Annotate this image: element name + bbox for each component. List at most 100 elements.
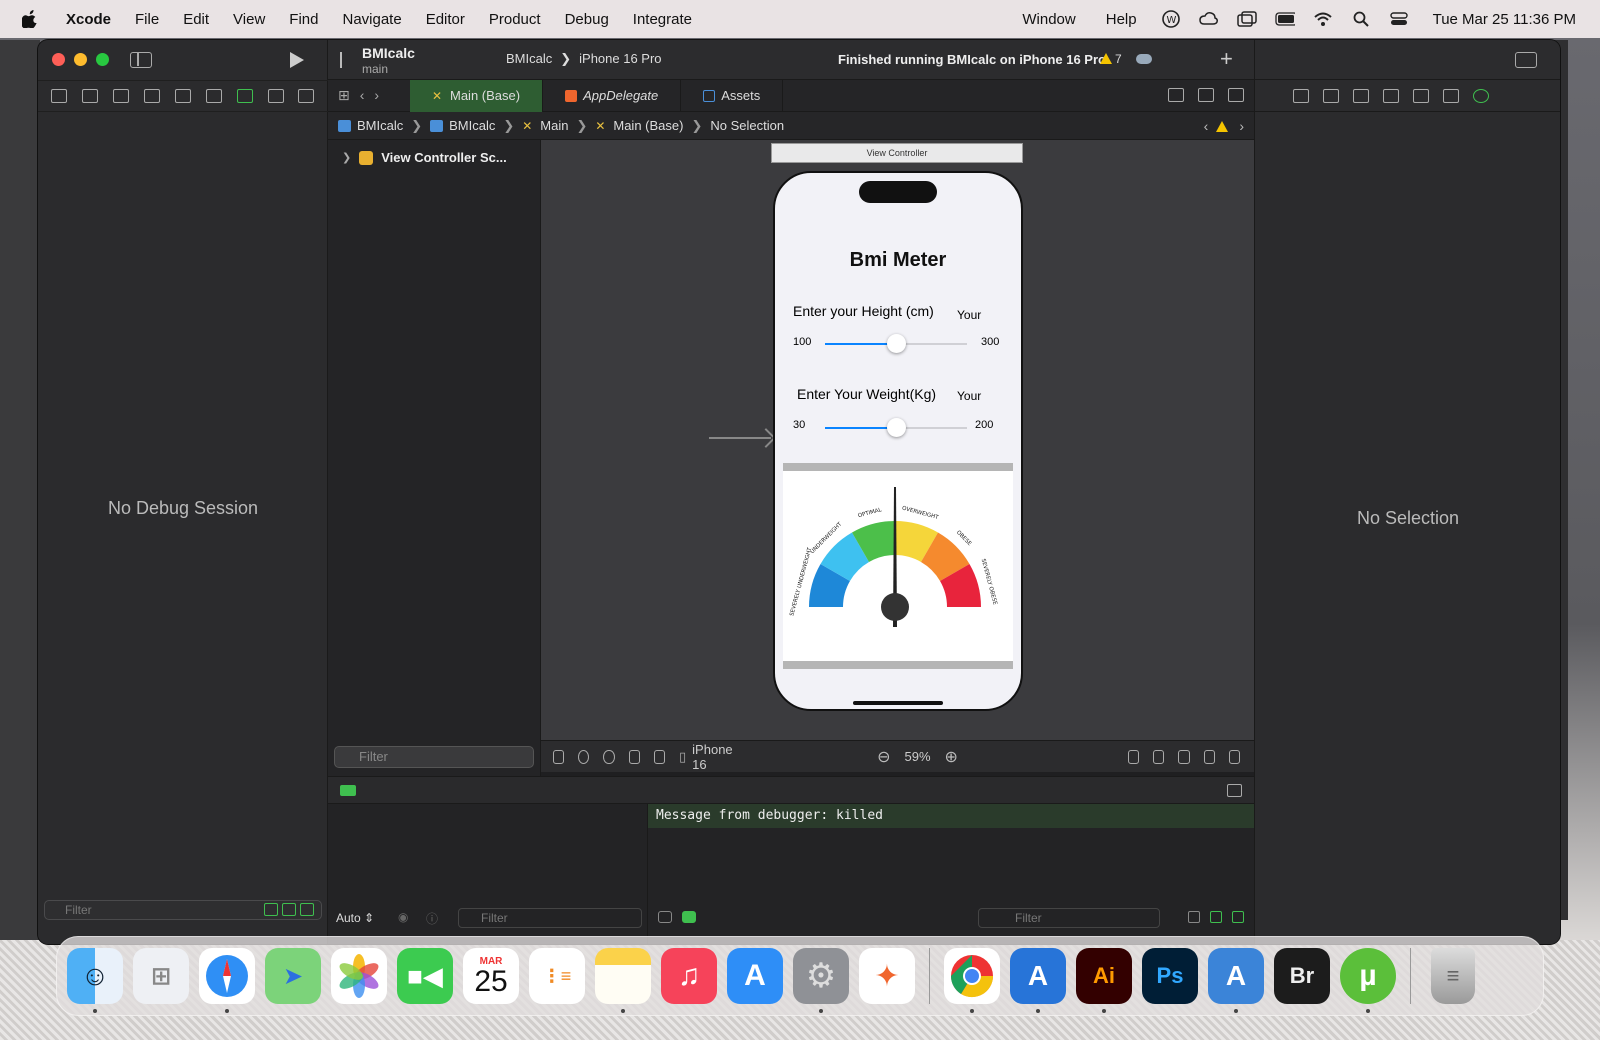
destination-name[interactable]: iPhone 16 Pro — [579, 51, 661, 67]
menu-find[interactable]: Find — [289, 11, 318, 28]
dock-maps[interactable]: ➤ — [265, 948, 321, 1004]
forward-arrow-icon[interactable]: › — [374, 87, 379, 104]
run-icon[interactable] — [290, 52, 304, 68]
menu-file[interactable]: File — [135, 11, 159, 28]
device-name[interactable]: iPhone 16 — [692, 742, 737, 772]
output-toggle-icon[interactable] — [682, 911, 696, 923]
dock-illustrator[interactable]: Ai — [1076, 948, 1132, 1013]
warning-badge[interactable]: 7 — [1100, 52, 1122, 66]
weight-min-label[interactable]: 30 — [793, 419, 805, 431]
zoom-level[interactable]: 59% — [905, 749, 931, 764]
height-label[interactable]: Enter your Height (cm) — [793, 303, 934, 319]
menu-edit[interactable]: Edit — [183, 11, 209, 28]
jump-storyboard-base[interactable]: ✕ Main (Base) — [595, 118, 683, 133]
test-diamond-icon[interactable] — [205, 89, 222, 103]
branch-name[interactable]: main — [362, 62, 388, 76]
height-max-label[interactable]: 300 — [981, 336, 999, 348]
issue-warning-icon[interactable] — [174, 89, 191, 103]
disclosure-chevron-icon[interactable]: ❯ — [342, 151, 351, 164]
hide-debug-area-icon[interactable] — [1227, 784, 1242, 797]
height-value-label[interactable]: Your — [957, 308, 981, 322]
weight-value-label[interactable]: Your — [957, 389, 981, 403]
dock-reminders[interactable]: ⋮≡ — [529, 948, 585, 1004]
outline-item-view-controller-scene[interactable]: ❯ View Controller Sc... — [342, 150, 507, 165]
app-title-label[interactable]: Bmi Meter — [775, 249, 1021, 272]
grid-icon[interactable]: ⊞ — [338, 87, 350, 104]
jump-storyboard[interactable]: ✕ Main — [522, 118, 568, 133]
scheme-selector[interactable]: BMIcalc ❯ iPhone 16 Pro — [506, 51, 662, 67]
embed-in-icon[interactable] — [1228, 749, 1240, 764]
console-view[interactable]: Message from debugger: killed Filter — [648, 804, 1254, 944]
dock-safari[interactable] — [199, 948, 255, 1013]
attributes-inspector-icon[interactable] — [1413, 88, 1429, 103]
jump-selection[interactable]: No Selection — [710, 118, 784, 133]
layout-icon[interactable] — [653, 749, 666, 764]
back-arrow-icon[interactable]: ‹ — [360, 87, 365, 104]
dock-trash[interactable]: ≡ — [1431, 948, 1475, 1004]
breakpoint-icon[interactable] — [267, 89, 284, 103]
console-filter-input[interactable]: Filter — [978, 908, 1160, 928]
accessibility-icon[interactable] — [578, 749, 590, 764]
help-icon[interactable] — [1353, 88, 1369, 103]
split-left-icon[interactable] — [1210, 911, 1222, 923]
wordpress-icon[interactable]: W — [1161, 10, 1181, 28]
scene-title-bar[interactable]: View Controller — [771, 143, 1023, 163]
jump-folder[interactable]: BMIcalc — [430, 118, 495, 133]
menu-integrate[interactable]: Integrate — [633, 11, 692, 28]
scheme-name[interactable]: BMIcalc — [506, 51, 552, 67]
battery-icon[interactable] — [1274, 10, 1295, 28]
cloud-sync-icon[interactable] — [1198, 10, 1219, 28]
dock-photoshop[interactable]: Ps — [1142, 948, 1198, 1004]
wifi-icon[interactable] — [1313, 10, 1333, 28]
dock-finder[interactable]: ☺ — [67, 948, 123, 1013]
dock-music[interactable]: ♫ — [661, 948, 717, 1004]
filter-toggle-icon[interactable] — [300, 903, 314, 916]
swap-arrows-icon[interactable] — [1168, 88, 1184, 102]
menu-clock[interactable]: Tue Mar 25 11:36 PM — [1433, 11, 1576, 28]
dock-chrome[interactable] — [944, 948, 1000, 1013]
close-window-button[interactable] — [52, 53, 65, 66]
dock-notes[interactable] — [595, 948, 651, 1013]
weight-slider-knob[interactable] — [887, 418, 906, 437]
navigator-toggle-icon[interactable] — [130, 52, 152, 68]
minimize-window-button[interactable] — [74, 53, 87, 66]
bmi-gauge-image[interactable]: SEVERELY UNDERWEIGHT UNDERWEIGHT OPTIMAL OV… — [783, 463, 1013, 669]
dock-facetime[interactable]: ■◀ — [397, 948, 453, 1004]
menu-debug[interactable]: Debug — [565, 11, 609, 28]
bookmark-icon[interactable] — [113, 89, 130, 103]
tab-appdelegate[interactable]: AppDelegate — [543, 79, 682, 112]
jump-project[interactable]: BMIcalc — [338, 118, 403, 133]
apple-menu-icon[interactable] — [22, 10, 38, 28]
inspector-toggle-icon[interactable] — [1515, 52, 1537, 68]
storyboard-canvas[interactable]: View Controller Bmi Meter Enter your Hei… — [541, 140, 1254, 740]
menu-product[interactable]: Product — [489, 11, 541, 28]
resolve-issues-icon[interactable] — [1203, 749, 1215, 764]
size-inspector-icon[interactable] — [1443, 88, 1459, 103]
split-right-icon[interactable] — [1232, 911, 1244, 923]
height-slider[interactable] — [825, 334, 967, 353]
identity-inspector-icon[interactable] — [1383, 88, 1399, 103]
update-frames-icon[interactable] — [1127, 749, 1140, 764]
menu-navigate[interactable]: Navigate — [342, 11, 401, 28]
dock-bridge[interactable]: Br — [1274, 948, 1330, 1004]
variables-filter-input[interactable]: Filter — [458, 908, 642, 928]
warning-icon[interactable] — [1216, 120, 1229, 132]
tab-assets[interactable]: Assets — [681, 79, 784, 112]
phone-device-icon[interactable]: ▯ — [679, 749, 686, 765]
dock-utorrent[interactable]: µ — [1340, 948, 1396, 1013]
device-config-icon[interactable] — [553, 749, 565, 764]
report-icon[interactable] — [298, 89, 315, 103]
align-icon[interactable] — [1153, 749, 1165, 764]
weight-max-label[interactable]: 200 — [975, 419, 993, 431]
menu-window[interactable]: Window — [1022, 11, 1075, 28]
filter-toggle-icon[interactable] — [264, 903, 278, 916]
project-name[interactable]: BMIcalc — [362, 45, 415, 61]
dock-launchpad[interactable]: ⊞ — [133, 948, 189, 1004]
weight-label[interactable]: Enter Your Weight(Kg) — [797, 386, 936, 402]
height-slider-knob[interactable] — [887, 334, 906, 353]
control-center-icon[interactable] — [1389, 10, 1409, 28]
add-library-button[interactable]: + — [1220, 46, 1233, 72]
menu-app-name[interactable]: Xcode — [66, 11, 111, 28]
editor-options-icon[interactable] — [1198, 88, 1214, 102]
tab-main-base[interactable]: ✕ Main (Base) — [410, 79, 544, 112]
